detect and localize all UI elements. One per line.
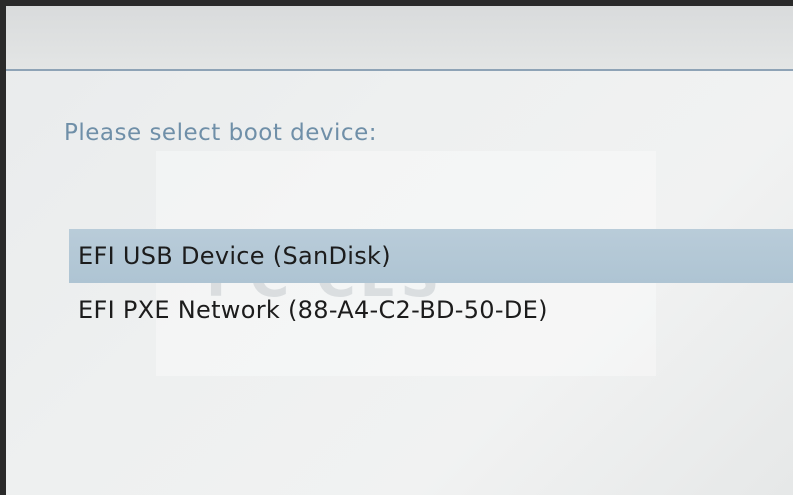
boot-device-list: EFI USB Device (SanDisk) EFI PXE Network…: [69, 229, 793, 337]
boot-menu-screen: PC CES Please select boot device: EFI US…: [0, 0, 793, 495]
header-band: [6, 6, 793, 69]
boot-device-pxe-network[interactable]: EFI PXE Network (88-A4-C2-BD-50-DE): [69, 283, 793, 337]
header-divider: [6, 69, 793, 71]
boot-prompt: Please select boot device:: [64, 120, 377, 146]
boot-device-usb[interactable]: EFI USB Device (SanDisk): [69, 229, 793, 283]
